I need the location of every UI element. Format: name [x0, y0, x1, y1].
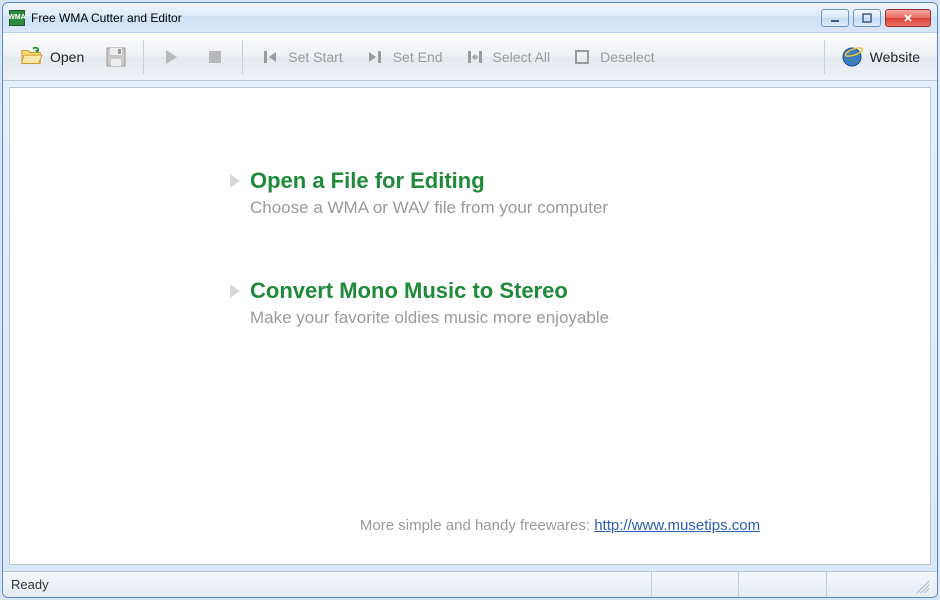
save-icon — [104, 45, 128, 69]
status-cell — [738, 572, 825, 597]
action-title: Open a File for Editing — [250, 168, 485, 194]
titlebar[interactable]: WMA Free WMA Cutter and Editor — [3, 3, 937, 33]
deselect-button[interactable]: Deselect — [561, 39, 663, 75]
statusbar: Ready — [3, 571, 937, 597]
maximize-button[interactable] — [853, 9, 881, 27]
save-button[interactable] — [95, 39, 137, 75]
set-start-icon — [258, 45, 282, 69]
play-icon — [159, 45, 183, 69]
footer-label: More simple and handy freewares: — [360, 517, 594, 534]
footer-link[interactable]: http://www.musetips.com — [594, 517, 760, 534]
set-start-label: Set Start — [288, 49, 342, 65]
stop-icon — [203, 45, 227, 69]
window-title: Free WMA Cutter and Editor — [31, 11, 821, 25]
status-cell — [826, 572, 913, 597]
status-cell — [651, 572, 738, 597]
website-label: Website — [870, 49, 920, 65]
action-convert-stereo[interactable]: Convert Mono Music to Stereo Make your f… — [230, 278, 890, 328]
stop-button[interactable] — [194, 39, 236, 75]
select-all-icon — [463, 45, 487, 69]
deselect-icon — [570, 45, 594, 69]
set-start-button[interactable]: Set Start — [249, 39, 351, 75]
folder-open-icon — [20, 45, 44, 69]
globe-icon — [840, 45, 864, 69]
action-subtitle: Choose a WMA or WAV file from your compu… — [250, 198, 890, 218]
content-area: Open a File for Editing Choose a WMA or … — [9, 87, 931, 565]
toolbar-separator — [143, 40, 144, 74]
open-button[interactable]: Open — [11, 39, 93, 75]
set-end-button[interactable]: Set End — [354, 39, 452, 75]
action-open-file[interactable]: Open a File for Editing Choose a WMA or … — [230, 168, 890, 218]
resize-grip-icon[interactable] — [913, 577, 929, 593]
app-icon: WMA — [9, 10, 25, 26]
set-end-label: Set End — [393, 49, 443, 65]
toolbar: Open — [3, 33, 937, 81]
window-controls — [821, 9, 931, 27]
app-window: WMA Free WMA Cutter and Editor — [2, 2, 938, 598]
play-button[interactable] — [150, 39, 192, 75]
toolbar-separator — [242, 40, 243, 74]
action-title: Convert Mono Music to Stereo — [250, 278, 568, 304]
select-all-label: Select All — [493, 49, 551, 65]
website-button[interactable]: Website — [831, 39, 929, 75]
close-button[interactable] — [885, 9, 931, 27]
action-subtitle: Make your favorite oldies music more enj… — [250, 308, 890, 328]
triangle-right-icon — [230, 174, 240, 188]
set-end-icon — [363, 45, 387, 69]
status-text: Ready — [11, 577, 651, 592]
minimize-button[interactable] — [821, 9, 849, 27]
footer-text: More simple and handy freewares: http://… — [230, 517, 890, 544]
deselect-label: Deselect — [600, 49, 654, 65]
toolbar-separator — [824, 40, 825, 74]
select-all-button[interactable]: Select All — [454, 39, 560, 75]
triangle-right-icon — [230, 284, 240, 298]
open-label: Open — [50, 49, 84, 65]
